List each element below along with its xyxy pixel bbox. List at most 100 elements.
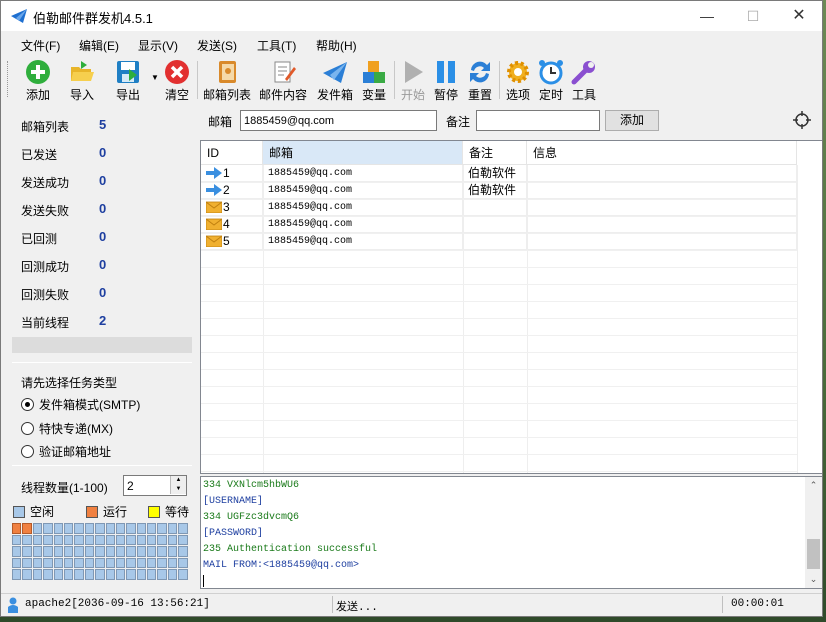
maximize-button[interactable]: ☐ <box>730 1 776 31</box>
status-separator <box>332 596 333 613</box>
cell-id-text: 2 <box>223 183 230 197</box>
status-elapsed: 00:00:01 <box>731 598 784 610</box>
mail-content-label: 邮件内容 <box>258 88 307 102</box>
pause-icon <box>437 61 455 83</box>
thread-count-stepper[interactable]: ▲ ▼ <box>123 475 187 496</box>
reset-button[interactable]: 重置 <box>466 59 494 103</box>
paper-plane-icon <box>323 62 347 83</box>
toolbar-separator <box>197 61 198 99</box>
thread-cell <box>178 523 188 534</box>
variables-button[interactable]: 变量 <box>360 59 388 103</box>
tools-button[interactable]: 工具 <box>570 59 598 103</box>
stat-row: 回测成功 0 <box>21 257 106 275</box>
thread-cell <box>147 523 157 534</box>
note-field[interactable] <box>476 110 600 131</box>
menu-view[interactable]: 显示(V) <box>138 37 178 54</box>
scroll-down-icon[interactable]: ⌄ <box>805 571 822 588</box>
crosshair-icon[interactable] <box>793 111 811 129</box>
cell-id: 2 <box>201 182 263 199</box>
export-button[interactable]: 导出 <box>113 59 143 103</box>
thread-cell <box>95 557 105 568</box>
table-row[interactable]: 4 1885459@qq.com <box>201 216 797 233</box>
add-label: 添加 <box>25 88 50 102</box>
cell-email: 1885459@qq.com <box>263 233 463 250</box>
minimize-button[interactable]: — <box>684 1 730 31</box>
legend-waiting-swatch <box>148 506 160 518</box>
scroll-up-icon[interactable]: ⌃ <box>805 477 822 494</box>
spin-down-icon[interactable]: ▼ <box>170 485 186 494</box>
import-label: 导入 <box>69 88 94 102</box>
thread-cell <box>53 557 63 568</box>
plus-circle-icon <box>26 60 50 84</box>
menu-send[interactable]: 发送(S) <box>197 37 237 54</box>
table-gridline <box>201 437 797 438</box>
spin-up-icon[interactable]: ▲ <box>170 476 186 485</box>
cell-id: 4 <box>201 216 263 233</box>
thread-cell <box>136 546 147 557</box>
divider <box>12 362 192 363</box>
thread-cell <box>74 557 84 568</box>
log-console[interactable]: 334 VXNlcm5hbWU6 [USERNAME] 334 UGFzc3dvcm… <box>200 476 822 589</box>
menu-edit[interactable]: 编辑(E) <box>79 37 119 54</box>
radio-mx-express[interactable]: 特快专递(MX) <box>21 420 113 437</box>
menu-help[interactable]: 帮助(H) <box>316 37 357 54</box>
thread-cell <box>178 534 188 545</box>
thread-cell <box>74 546 84 557</box>
thread-cell <box>95 534 105 545</box>
thread-cell <box>126 523 136 534</box>
timer-button[interactable]: 定时 <box>537 59 565 103</box>
mailbox-list-button[interactable]: 邮箱列表 <box>202 59 252 103</box>
stat-value: 0 <box>99 285 107 300</box>
start-button[interactable]: 开始 <box>399 59 427 103</box>
stat-row: 已发送 0 <box>21 145 106 163</box>
options-label: 选项 <box>505 88 530 102</box>
thread-cell <box>115 557 126 568</box>
thread-cell <box>43 557 53 568</box>
email-table[interactable]: ID 邮箱 备注 信息 1 1885459@qq.com 伯勒软件 2 1885459@… <box>200 140 822 474</box>
radio-verify-email[interactable]: 验证邮箱地址 <box>21 443 111 460</box>
clear-button[interactable]: 清空 <box>162 59 192 103</box>
thread-cell <box>147 569 157 580</box>
options-button[interactable]: 选项 <box>504 59 532 103</box>
radio-smtp-mode[interactable]: 发件箱模式(SMTP) <box>21 396 140 413</box>
email-field[interactable] <box>240 110 437 131</box>
toolbar: 添加 导入 导出 ▼ 清空 邮箱列表 邮件内容 发件箱 变量 开始 暂停 重置 … <box>1 57 822 103</box>
thread-cell <box>147 557 157 568</box>
table-gridline <box>201 403 797 404</box>
thread-count-input[interactable] <box>124 476 168 495</box>
column-header-info[interactable]: 信息 <box>527 141 797 165</box>
table-gridline <box>201 335 797 336</box>
table-row[interactable]: 5 1885459@qq.com <box>201 233 797 250</box>
column-header-email[interactable]: 邮箱 <box>263 141 463 165</box>
column-header-note[interactable]: 备注 <box>463 141 527 165</box>
table-gridline <box>201 386 797 387</box>
scroll-thumb[interactable] <box>807 539 820 569</box>
export-dropdown-icon[interactable]: ▼ <box>151 73 159 82</box>
thread-cell <box>22 557 32 568</box>
menu-tools[interactable]: 工具(T) <box>257 37 296 54</box>
add-button[interactable]: 添加 <box>23 59 53 103</box>
close-button[interactable]: ✕ <box>776 1 822 31</box>
add-email-button[interactable]: 添加 <box>605 110 659 131</box>
legend-idle-swatch <box>13 506 25 518</box>
table-row[interactable]: 2 1885459@qq.com 伯勒软件 <box>201 182 797 199</box>
table-row[interactable]: 3 1885459@qq.com <box>201 199 797 216</box>
thread-cell <box>178 569 188 580</box>
menu-file[interactable]: 文件(F) <box>21 37 60 54</box>
log-scrollbar[interactable]: ⌃ ⌄ <box>805 477 822 588</box>
stat-label: 回测成功 <box>21 260 70 274</box>
import-button[interactable]: 导入 <box>67 59 97 103</box>
outbox-button[interactable]: 发件箱 <box>315 59 355 103</box>
app-window: 伯勒邮件群发机4.5.1 — ☐ ✕ 文件(F) 编辑(E) 显示(V) 发送(… <box>0 0 823 617</box>
menu-bar: 文件(F) 编辑(E) 显示(V) 发送(S) 工具(T) 帮助(H) <box>1 34 822 56</box>
pause-button[interactable]: 暂停 <box>432 59 460 103</box>
thread-cell <box>157 569 167 580</box>
thread-cell <box>126 534 136 545</box>
table-row[interactable]: 1 1885459@qq.com 伯勒软件 <box>201 165 797 182</box>
thread-cell <box>95 523 105 534</box>
cell-id-text: 5 <box>223 234 230 248</box>
radio-unselected-icon <box>21 422 34 435</box>
thread-cell <box>22 569 32 580</box>
column-header-id[interactable]: ID <box>201 141 263 165</box>
mail-content-button[interactable]: 邮件内容 <box>258 59 308 103</box>
